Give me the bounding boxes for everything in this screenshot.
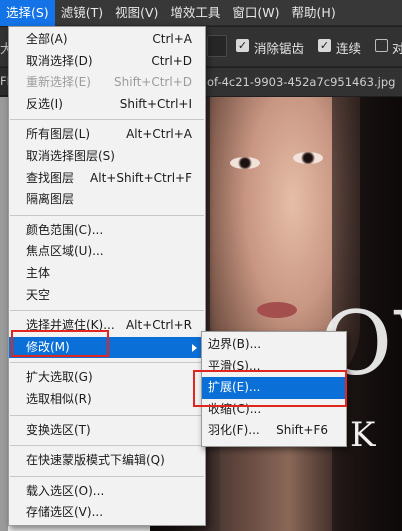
eye-right <box>293 152 323 164</box>
menu-item-label: 平滑(S)... <box>208 358 261 373</box>
menu-item-label: 扩展(E)... <box>208 380 261 395</box>
menu-item-label: 主体 <box>26 265 51 280</box>
menu-item-label: 变换选区(T) <box>26 422 91 437</box>
menu-separator <box>10 214 204 216</box>
contiguous-label: 连续 <box>336 41 362 56</box>
menu-separator <box>10 310 204 312</box>
menu-item-inverse[interactable]: 反选(I) Shift+Ctrl+I <box>9 94 205 116</box>
menu-item-modify[interactable]: 修改(M) <box>9 336 205 359</box>
menu-item-load-selection[interactable]: 载入选区(O)... <box>9 481 205 503</box>
menu-item-shortcut: Ctrl+A <box>152 32 192 46</box>
menu-item-all-layers[interactable]: 所有图层(L) Alt+Ctrl+A <box>9 124 205 146</box>
menu-select[interactable]: 选择(S) <box>0 0 55 26</box>
menu-item-label: 隔离图层 <box>26 192 75 207</box>
contiguous-checkbox[interactable]: ✓ <box>318 39 331 52</box>
menu-item-label: 存储选区(V)... <box>26 505 104 520</box>
menu-item-label: 扩大选取(G) <box>26 370 93 385</box>
document-tab[interactable]: of-4c21-9903-452a7c951463.jpg <box>205 68 402 96</box>
anti-alias-label: 消除锯齿 <box>254 41 305 56</box>
menu-item-deselect[interactable]: 取消选择(D) Ctrl+D <box>9 51 205 73</box>
submenu-item-border[interactable]: 边界(B)... <box>202 334 346 356</box>
submenu-arrow-icon <box>192 343 197 352</box>
lips <box>257 302 297 318</box>
menu-item-shortcut: Alt+Ctrl+R <box>125 318 192 333</box>
menu-item-reselect: 重新选择(E) Shift+Ctrl+D <box>9 72 205 94</box>
menu-item-isolate-layers[interactable]: 隔离图层 <box>9 189 205 211</box>
menu-item-shortcut: Shift+Ctrl+D <box>114 75 192 90</box>
menu-separator <box>10 475 204 477</box>
menu-item-shortcut: Shift+F6 <box>276 423 328 438</box>
menu-item-all[interactable]: 全部(A) Ctrl+A <box>9 29 205 51</box>
menu-bar: 选择(S) 滤镜(T) 视图(V) 增效工具 窗口(W) 帮助(H) <box>0 0 402 26</box>
menu-item-transform-selection[interactable]: 变换选区(T) <box>9 420 205 442</box>
menu-item-deselect-layers[interactable]: 取消选择图层(S) <box>9 146 205 168</box>
menu-separator <box>10 119 204 121</box>
canvas-edge <box>0 97 8 531</box>
menu-window[interactable]: 窗口(W) <box>226 0 285 26</box>
sample-all-label: 对 <box>392 41 402 56</box>
submenu-item-contract[interactable]: 收缩(C)... <box>202 399 346 421</box>
menu-item-label: 取消选择图层(S) <box>26 148 115 163</box>
menu-separator <box>10 362 204 364</box>
menu-separator <box>10 445 204 447</box>
menu-item-focus-area[interactable]: 焦点区域(U)... <box>9 241 205 263</box>
menu-item-label: 查找图层 <box>26 170 75 185</box>
background-text-small: K <box>350 415 378 455</box>
submenu-item-smooth[interactable]: 平滑(S)... <box>202 356 346 378</box>
menu-item-label: 全部(A) <box>26 32 68 46</box>
menu-item-label: 羽化(F)... <box>208 423 260 438</box>
menu-plugins[interactable]: 增效工具 <box>164 0 226 26</box>
tolerance-field[interactable] <box>207 35 227 57</box>
menu-item-label: 天空 <box>26 287 51 302</box>
menu-item-label: 重新选择(E) <box>26 75 91 90</box>
menu-item-label: 取消选择(D) <box>26 53 93 68</box>
menu-item-label: 颜色范围(C)... <box>26 222 104 237</box>
menu-item-quick-mask[interactable]: 在快速蒙版模式下编辑(Q) <box>9 450 205 472</box>
menu-item-shortcut: Shift+Ctrl+I <box>119 96 192 111</box>
submenu-item-feather[interactable]: 羽化(F)... Shift+F6 <box>202 420 346 442</box>
menu-item-select-and-mask[interactable]: 选择并遮住(K)... Alt+Ctrl+R <box>9 315 205 337</box>
modify-submenu: 边界(B)... 平滑(S)... 扩展(E)... 收缩(C)... 羽化(F… <box>201 331 347 447</box>
sample-all-checkbox[interactable] <box>375 39 388 52</box>
menu-item-similar[interactable]: 选取相似(R) <box>9 389 205 411</box>
menu-item-find-layers[interactable]: 查找图层 Alt+Shift+Ctrl+F <box>9 168 205 190</box>
menu-view[interactable]: 视图(V) <box>109 0 164 26</box>
menu-item-label: 收缩(C)... <box>208 401 262 416</box>
menu-item-save-selection[interactable]: 存储选区(V)... <box>9 502 205 524</box>
menu-item-shortcut: Alt+Ctrl+A <box>126 127 192 142</box>
menu-item-label: 在快速蒙版模式下编辑(Q) <box>26 453 165 468</box>
eye-left <box>230 157 260 169</box>
menu-item-label: 边界(B)... <box>208 337 262 351</box>
menu-separator <box>10 414 204 416</box>
menu-item-shortcut: Alt+Shift+Ctrl+F <box>90 170 192 185</box>
menu-item-label: 修改(M) <box>26 339 70 354</box>
submenu-item-expand[interactable]: 扩展(E)... <box>202 377 346 399</box>
anti-alias-checkbox[interactable]: ✓ <box>236 39 249 52</box>
menu-item-subject[interactable]: 主体 <box>9 263 205 285</box>
menu-item-color-range[interactable]: 颜色范围(C)... <box>9 220 205 242</box>
select-menu-dropdown: 全部(A) Ctrl+A 取消选择(D) Ctrl+D 重新选择(E) Shif… <box>8 26 206 526</box>
menu-filter[interactable]: 滤镜(T) <box>55 0 109 26</box>
menu-item-grow[interactable]: 扩大选取(G) <box>9 367 205 389</box>
menu-item-label: 选取相似(R) <box>26 391 92 406</box>
menu-item-sky[interactable]: 天空 <box>9 285 205 307</box>
menu-help[interactable]: 帮助(H) <box>286 0 342 26</box>
menu-item-label: 所有图层(L) <box>26 127 91 142</box>
menu-item-label: 载入选区(O)... <box>26 483 105 498</box>
menu-item-label: 反选(I) <box>26 96 63 111</box>
menu-item-label: 焦点区域(U)... <box>26 244 104 259</box>
menu-item-label: 选择并遮住(K)... <box>26 318 115 333</box>
menu-item-shortcut: Ctrl+D <box>151 53 192 68</box>
